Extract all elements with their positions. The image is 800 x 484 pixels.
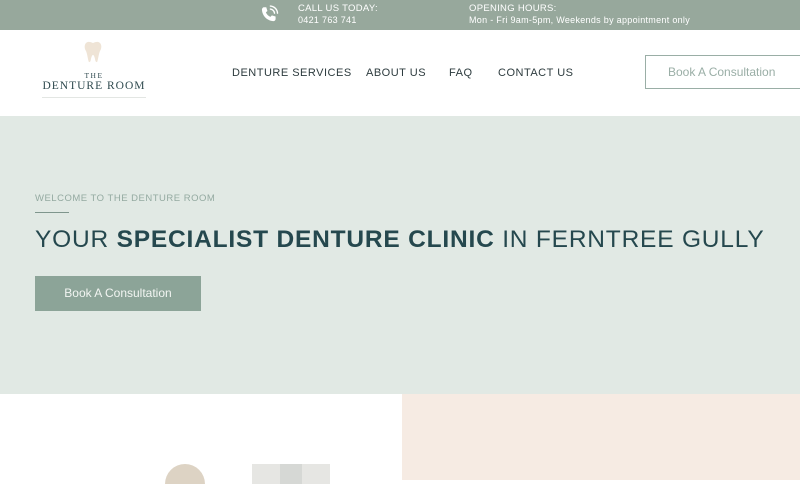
header-book-consultation-button[interactable]: Book A Consultation <box>645 55 800 89</box>
hero-book-consultation-button[interactable]: Book A Consultation <box>35 276 201 311</box>
lower-image-panel <box>0 394 402 484</box>
logo-text-name: DENTURE ROOM <box>42 80 146 92</box>
logo-divider <box>42 97 146 98</box>
nav-faq[interactable]: FAQ <box>449 67 473 79</box>
opening-hours-text: Mon - Fri 9am-5pm, Weekends by appointme… <box>469 15 691 25</box>
phone-ringing-icon <box>261 5 279 22</box>
lower-peach-panel <box>402 394 800 480</box>
hero-title-suffix: IN FERNTREE GULLY <box>494 226 765 253</box>
call-us-label: CALL US TODAY: <box>298 3 378 14</box>
nav-contact-us[interactable]: CONTACT US <box>498 67 574 79</box>
nav-about-us[interactable]: ABOUT US <box>366 67 426 79</box>
site-logo[interactable]: THE DENTURE ROOM <box>36 39 152 105</box>
site-header: THE DENTURE ROOM DENTURE SERVICES ABOUT … <box>0 30 800 116</box>
equipment-photo-fragment <box>252 464 330 484</box>
hero-kicker: WELCOME TO THE DENTURE ROOM <box>35 193 216 204</box>
top-info-bar: CALL US TODAY: 0421 763 741 OPENING HOUR… <box>0 0 800 30</box>
hero-kicker-underline <box>35 212 69 213</box>
nav-denture-services[interactable]: DENTURE SERVICES <box>232 67 352 79</box>
phone-number-link[interactable]: 0421 763 741 <box>298 15 357 26</box>
hero-section: WELCOME TO THE DENTURE ROOM YOUR SPECIAL… <box>0 116 800 394</box>
hero-title: YOUR SPECIALIST DENTURE CLINIC IN FERNTR… <box>35 224 764 256</box>
hero-title-bold: SPECIALIST DENTURE CLINIC <box>116 226 495 253</box>
hero-title-prefix: YOUR <box>35 226 117 253</box>
opening-hours-label: OPENING HOURS: <box>469 3 557 14</box>
tooth-icon <box>84 41 102 63</box>
denture-photo-fragment <box>165 464 205 484</box>
logo-text-the: THE <box>84 71 104 80</box>
